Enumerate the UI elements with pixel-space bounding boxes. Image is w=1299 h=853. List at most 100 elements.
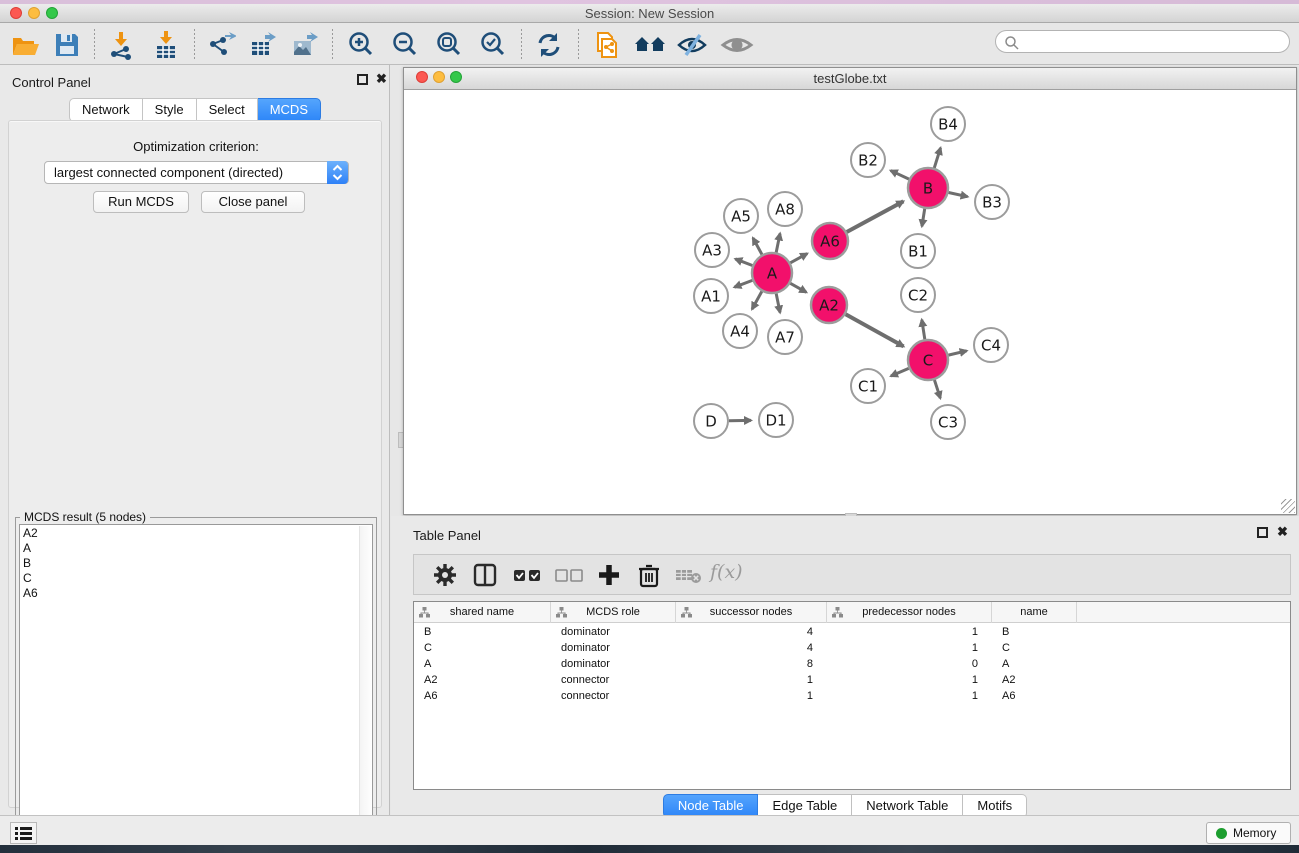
graph-edge-A6-B[interactable] (847, 201, 904, 232)
float-panel-button[interactable] (357, 73, 368, 88)
graph-node-D1[interactable]: D1 (759, 403, 793, 437)
search-input[interactable] (995, 30, 1290, 53)
memory-button[interactable]: Memory (1206, 822, 1291, 844)
delete-table-icon[interactable] (674, 562, 700, 588)
app-window: Session: New Session (0, 4, 1299, 845)
mcds-result-list[interactable]: A2ABCA6 (19, 524, 373, 846)
graph-node-C4[interactable]: C4 (974, 328, 1008, 362)
graph-edge-A2-C[interactable] (846, 314, 904, 346)
zoom-fit-icon[interactable] (434, 30, 464, 60)
gear-icon[interactable] (432, 562, 458, 588)
result-item[interactable]: A2 (20, 525, 372, 540)
close-table-panel-button[interactable]: ✖ (1277, 524, 1288, 540)
column-header-predecessor-nodes[interactable]: predecessor nodes (827, 602, 992, 623)
graph-node-C3[interactable]: C3 (931, 405, 965, 439)
zoom-out-icon[interactable] (390, 30, 420, 60)
close-panel-button[interactable]: Close panel (201, 191, 305, 213)
optimization-criterion-select[interactable]: largest connected component (directed) (44, 161, 349, 184)
unchecked-boxes-icon[interactable] (554, 562, 580, 588)
homes-icon[interactable] (633, 30, 663, 60)
result-item[interactable]: A (20, 540, 372, 555)
float-table-panel-button[interactable] (1257, 526, 1268, 541)
app-title: Session: New Session (0, 6, 1299, 21)
graph-edge-A-A7[interactable] (776, 294, 780, 313)
import-network-icon[interactable] (106, 30, 136, 60)
network-window-titlebar: testGlobe.txt (404, 68, 1296, 90)
graph-node-A8[interactable]: A8 (768, 192, 802, 226)
graph-edge-A-A5[interactable] (753, 238, 762, 255)
optimization-criterion-label: Optimization criterion: (9, 139, 383, 154)
tab-select[interactable]: Select (197, 98, 258, 122)
column-header-successor-nodes[interactable]: successor nodes (676, 602, 827, 623)
graph-node-A6[interactable]: A6 (812, 223, 848, 259)
graph-edge-A-A8[interactable] (776, 233, 780, 252)
graph-edge-C-C1[interactable] (891, 368, 909, 376)
graph-edge-A-A1[interactable] (734, 280, 752, 287)
resize-grip-icon[interactable] (1281, 499, 1295, 513)
open-folder-icon[interactable] (10, 30, 40, 60)
result-item[interactable]: B (20, 555, 372, 570)
eye-slash-icon[interactable] (676, 30, 706, 60)
graph-node-A1[interactable]: A1 (694, 279, 728, 313)
graph-node-C2[interactable]: C2 (901, 278, 935, 312)
graph-node-B4[interactable]: B4 (931, 107, 965, 141)
export-network-icon[interactable] (206, 30, 236, 60)
import-table-icon[interactable] (151, 30, 181, 60)
split-columns-icon[interactable] (472, 562, 498, 588)
graph-node-A5[interactable]: A5 (724, 199, 758, 233)
tab-network[interactable]: Network (69, 98, 143, 122)
float-icon (1257, 527, 1268, 538)
graph-edge-B-B3[interactable] (949, 192, 968, 196)
column-header-shared-name[interactable]: shared name (414, 602, 551, 623)
eye-icon[interactable] (720, 30, 750, 60)
close-panel-icon-button[interactable]: ✖ (376, 71, 387, 87)
refresh-icon[interactable] (534, 30, 564, 60)
graph-edge-B-B4[interactable] (934, 148, 940, 168)
graph-edge-A-A4[interactable] (752, 291, 762, 309)
column-header-MCDS-role[interactable]: MCDS role (551, 602, 676, 623)
run-mcds-button[interactable]: Run MCDS (93, 191, 189, 213)
table-cell: dominator (561, 624, 676, 640)
graph-edge-A-A3[interactable] (735, 259, 752, 266)
zoom-selected-icon[interactable] (478, 30, 508, 60)
graph-node-B3[interactable]: B3 (975, 185, 1009, 219)
export-table-icon[interactable] (248, 30, 278, 60)
graph-edge-A-A6[interactable] (790, 254, 807, 263)
graph-node-C[interactable]: C (908, 340, 948, 380)
graph-node-D[interactable]: D (694, 404, 728, 438)
scrollbar-track[interactable] (359, 526, 371, 846)
tab-mcds[interactable]: MCDS (258, 98, 321, 122)
save-floppy-icon[interactable] (52, 30, 82, 60)
trash-icon[interactable] (636, 562, 662, 588)
column-header-name[interactable]: name (992, 602, 1077, 623)
table-cell: dominator (561, 640, 676, 656)
graph-edge-C-C2[interactable] (922, 320, 925, 340)
copy-network-icon[interactable] (592, 30, 622, 60)
graph-node-A4[interactable]: A4 (723, 314, 757, 348)
tab-style[interactable]: Style (143, 98, 197, 122)
checked-boxes-icon[interactable] (512, 562, 538, 588)
graph-node-B[interactable]: B (908, 168, 948, 208)
table-cell: 0 (827, 656, 978, 672)
graph-node-A3[interactable]: A3 (695, 233, 729, 267)
result-item[interactable]: A6 (20, 585, 372, 600)
graph-edge-C-C3[interactable] (934, 380, 940, 398)
task-list-button[interactable] (10, 822, 37, 844)
graph-node-A2[interactable]: A2 (811, 287, 847, 323)
graph-edge-A-A2[interactable] (790, 283, 806, 292)
function-icon: f(x) (710, 561, 736, 587)
result-item[interactable]: C (20, 570, 372, 585)
graph-node-B1[interactable]: B1 (901, 234, 935, 268)
zoom-in-icon[interactable] (346, 30, 376, 60)
graph-edge-C-C4[interactable] (948, 351, 966, 355)
graph-node-A[interactable]: A (752, 253, 792, 293)
plus-icon[interactable] (596, 562, 622, 588)
graph-edge-B-B1[interactable] (922, 209, 925, 227)
network-graph-canvas[interactable]: B4 B2 B B3 A8 A5 A6 A3 B1 A A1 C2 A2 A4 A7 C4 C C1 C3 D D1 (404, 91, 1296, 514)
graph-node-A7[interactable]: A7 (768, 320, 802, 354)
graph-node-C1[interactable]: C1 (851, 369, 885, 403)
graph-node-B2[interactable]: B2 (851, 143, 885, 177)
node-table[interactable]: shared nameMCDS rolesuccessor nodesprede… (413, 601, 1291, 790)
export-image-icon[interactable] (290, 30, 320, 60)
graph-edge-B-B2[interactable] (891, 171, 909, 180)
